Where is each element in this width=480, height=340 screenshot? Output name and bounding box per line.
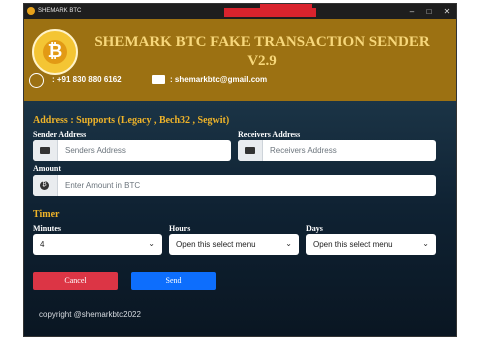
receiver-address-input[interactable]: Receivers Address — [238, 140, 436, 161]
maximize-icon[interactable]: □ — [422, 6, 436, 17]
app-icon — [27, 7, 35, 15]
days-select[interactable]: Open this select menu ⌄ — [306, 234, 436, 255]
app-window: SHEMARK BTC – □ ✕ ₿ SHEMARK BTC FAKE TRA… — [24, 4, 456, 336]
amount-placeholder: Enter Amount in BTC — [65, 181, 141, 190]
title-bar: SHEMARK BTC – □ ✕ — [24, 4, 456, 19]
bitcoin-coin-icon: ₿ — [40, 181, 49, 190]
mail-icon — [152, 75, 165, 84]
amount-label: Amount — [33, 164, 62, 173]
days-label: Days — [306, 224, 323, 233]
minimize-icon[interactable]: – — [405, 6, 419, 17]
address-section-title: Address : Supports (Legacy , Bech32 , Se… — [33, 115, 230, 126]
app-title-version: V2.9 — [247, 53, 277, 69]
whatsapp-icon — [29, 73, 44, 88]
sender-address-input[interactable]: Senders Address — [33, 140, 231, 161]
app-title-line1: SHEMARK BTC FAKE TRANSACTION SENDER — [94, 34, 430, 50]
sender-address-label: Sender Address — [33, 130, 87, 139]
email-address: : shemarkbtc@gmail.com — [170, 75, 268, 84]
receiver-address-label: Receivers Address — [238, 130, 301, 139]
hours-select[interactable]: Open this select menu ⌄ — [169, 234, 299, 255]
days-value: Open this select menu — [313, 240, 393, 249]
chevron-down-icon: ⌄ — [285, 239, 292, 248]
minutes-value: 4 — [40, 240, 45, 249]
main-form: Address : Supports (Legacy , Bech32 , Se… — [24, 101, 456, 336]
redaction-bar-top — [260, 4, 312, 9]
chevron-down-icon: ⌄ — [148, 239, 155, 248]
close-icon[interactable]: ✕ — [440, 6, 454, 17]
minutes-select[interactable]: 4 ⌄ — [33, 234, 162, 255]
app-title: SHEMARK BTC FAKE TRANSACTION SENDER V2.9 — [82, 33, 442, 71]
receiver-address-placeholder: Receivers Address — [270, 146, 337, 155]
id-card-icon — [40, 147, 50, 154]
copyright-text: copyright @shemarkbtc2022 — [39, 310, 141, 319]
redaction-bar — [224, 8, 316, 17]
sender-address-placeholder: Senders Address — [65, 146, 126, 155]
app-header: ₿ SHEMARK BTC FAKE TRANSACTION SENDER V2… — [24, 19, 456, 101]
chevron-down-icon: ⌄ — [422, 239, 429, 248]
id-card-icon — [245, 147, 255, 154]
amount-input[interactable]: ₿ Enter Amount in BTC — [33, 175, 436, 196]
phone-number: : +91 830 880 6162 — [52, 75, 122, 84]
hours-value: Open this select menu — [176, 240, 256, 249]
bitcoin-logo-icon: ₿ — [32, 29, 78, 75]
window-title: SHEMARK BTC — [38, 8, 82, 14]
hours-label: Hours — [169, 224, 191, 233]
send-button[interactable]: Send — [131, 272, 216, 290]
cancel-button[interactable]: Cancel — [33, 272, 118, 290]
timer-section-title: Timer — [33, 209, 60, 220]
minutes-label: Minutes — [33, 224, 61, 233]
